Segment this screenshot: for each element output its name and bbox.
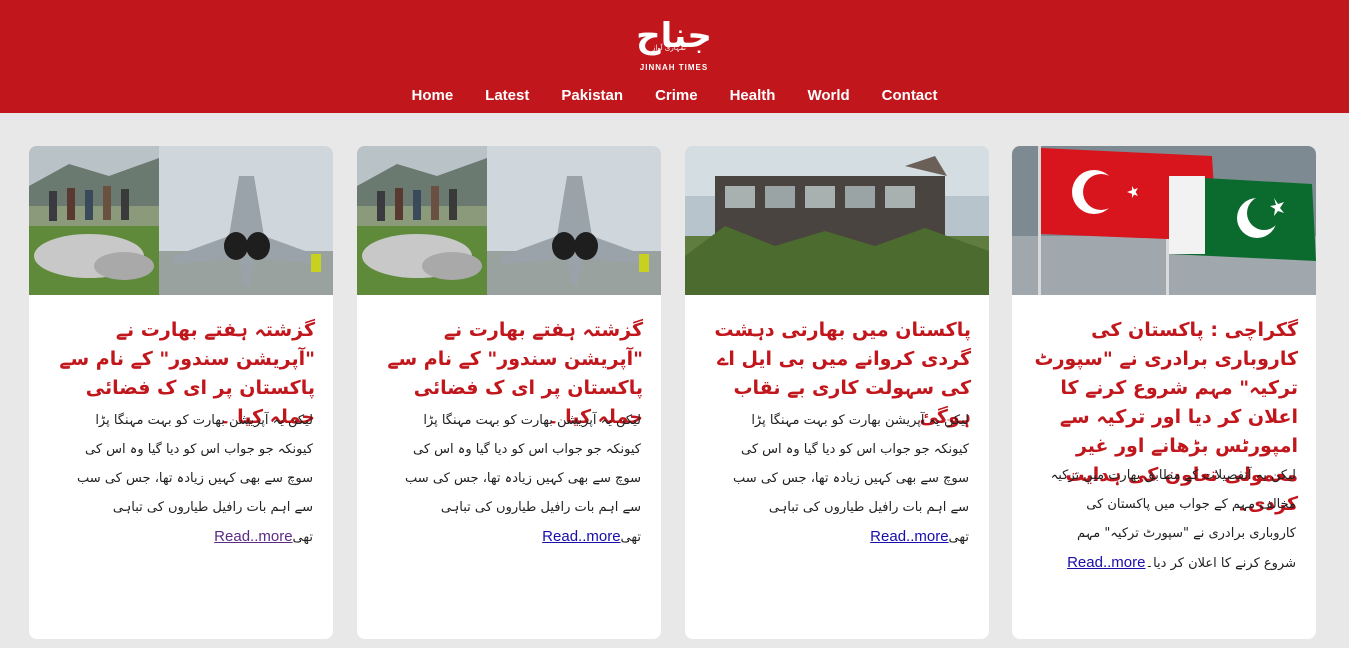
site-header: جناح تمہاری آواز JINNAH TIMES Home Lates… — [0, 0, 1349, 113]
article-excerpt: لیکن یہ آپریشن بھارت کو بہت مہنگا پڑا کی… — [387, 406, 641, 552]
site-logo[interactable]: جناح تمہاری آواز JINNAH TIMES — [624, 16, 724, 74]
read-more-link[interactable]: Read..more — [870, 528, 948, 545]
logo-english-wordmark: JINNAH TIMES — [639, 63, 709, 72]
article-card: گزشتہ ہفتے بھارت نے "آپریشن سندور" کے نا… — [357, 146, 661, 639]
rafale-jet-wreckage-icon[interactable] — [357, 146, 661, 295]
excerpt-text: لیکن یہ آپریشن بھارت کو بہت مہنگا پڑا کی… — [77, 413, 313, 545]
article-card: گزشتہ ہفتے بھارت نے "آپریشن سندور" کے نا… — [29, 146, 333, 639]
logo-tagline: تمہاری آواز — [652, 44, 686, 52]
nav-world[interactable]: World — [807, 86, 849, 106]
excerpt-text: لیکن یہ آپریشن بھارت کو بہت مہنگا پڑا کی… — [405, 413, 641, 545]
turkey-pakistan-flags-icon[interactable] — [1012, 146, 1316, 295]
article-excerpt: لیکن یہ آپریشن بھارت کو بہت مہنگا پڑا کی… — [59, 406, 313, 552]
nav-latest[interactable]: Latest — [485, 86, 529, 106]
read-more-link[interactable]: Read..more — [542, 528, 620, 545]
main-nav: Home Latest Pakistan Crime Health World … — [0, 86, 1349, 106]
read-more-link[interactable]: Read..more — [1067, 554, 1145, 571]
article-excerpt: لیکن یہ آتفصیلات کے مطابق بھارت میں ترکی… — [1042, 461, 1296, 578]
read-more-link[interactable]: Read..more — [214, 528, 292, 545]
excerpt-text: لیکن یہ آپریشن بھارت کو بہت مہنگا پڑا کی… — [733, 413, 969, 545]
nav-health[interactable]: Health — [730, 86, 776, 106]
nav-home[interactable]: Home — [411, 86, 453, 106]
article-card: پاکستان میں بھارتی دہشت گردی کروانے میں … — [685, 146, 989, 639]
nav-contact[interactable]: Contact — [882, 86, 938, 106]
article-card: گکراچی : پاکستان کی کاروباری برادری نے "… — [1012, 146, 1316, 639]
nav-pakistan[interactable]: Pakistan — [561, 86, 623, 106]
article-excerpt: لیکن یہ آپریشن بھارت کو بہت مہنگا پڑا کی… — [715, 406, 969, 552]
rafale-jet-wreckage-icon[interactable] — [29, 146, 333, 295]
nav-crime[interactable]: Crime — [655, 86, 698, 106]
burnt-bus-icon[interactable] — [685, 146, 989, 295]
